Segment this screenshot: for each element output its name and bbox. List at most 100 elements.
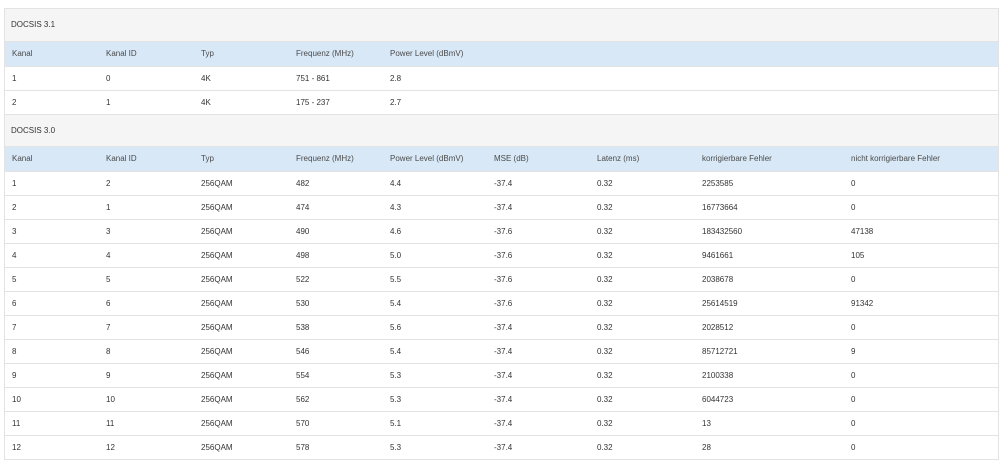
table-cell: 4K [201, 98, 211, 107]
table-cell: 5 [106, 275, 111, 284]
table-cell: 91342 [851, 299, 874, 308]
column-header-typ: Typ [201, 154, 214, 163]
docsis30-table-body: 1 2 256QAM 482 4.4 -37.4 0.32 2253585 0 2 1 256QAM 4… [5, 172, 998, 460]
table-cell: 11 [12, 419, 21, 428]
table-cell: 16773664 [702, 203, 738, 212]
table-cell: 2.7 [390, 98, 402, 107]
table-cell: 9 [851, 347, 856, 356]
column-header-power-level: Power Level (dBmV) [390, 154, 464, 163]
table-cell: 0 [851, 371, 856, 380]
table-cell: 256QAM [201, 203, 233, 212]
table-cell: 2100338 [702, 371, 734, 380]
table-cell: 538 [296, 323, 310, 332]
table-cell: 0.32 [597, 371, 613, 380]
table-cell: 6 [106, 299, 111, 308]
table-cell: 256QAM [201, 347, 233, 356]
table-row: 1 2 256QAM 482 4.4 -37.4 0.32 2253585 0 [5, 172, 998, 196]
table-cell: 0 [851, 275, 856, 284]
table-row: 9 9 256QAM 554 5.3 -37.4 0.32 2100338 0 [5, 364, 998, 388]
table-row: 10 10 256QAM 562 5.3 -37.4 0.32 6044723 0 [5, 388, 998, 412]
table-cell: 5.1 [390, 419, 402, 428]
column-header-power-level: Power Level (dBmV) [390, 49, 464, 58]
table-cell: 1 [106, 203, 111, 212]
table-cell: 751 - 861 [296, 74, 330, 83]
table-cell: 1 [106, 98, 111, 107]
table-cell: 256QAM [201, 323, 233, 332]
docsis30-section-title: DOCSIS 3.0 [5, 115, 998, 147]
table-cell: 4.4 [390, 179, 402, 188]
column-header-kanal-id: Kanal ID [106, 49, 137, 58]
table-cell: 1 [12, 179, 17, 188]
table-cell: 175 - 237 [296, 98, 330, 107]
table-cell: -37.6 [494, 227, 513, 236]
table-cell: 256QAM [201, 251, 233, 260]
table-cell: -37.4 [494, 203, 513, 212]
table-cell: -37.4 [494, 419, 513, 428]
table-cell: 522 [296, 275, 310, 284]
table-cell: 5.6 [390, 323, 402, 332]
table-cell: 13 [702, 419, 711, 428]
table-cell: 7 [12, 323, 17, 332]
table-cell: 2253585 [702, 179, 734, 188]
table-cell: 47138 [851, 227, 874, 236]
table-cell: 4 [106, 251, 111, 260]
table-cell: 546 [296, 347, 310, 356]
table-cell: 3 [106, 227, 111, 236]
table-cell: 9 [12, 371, 17, 380]
table-cell: 256QAM [201, 275, 233, 284]
table-cell: 0.32 [597, 203, 613, 212]
table-cell: 482 [296, 179, 310, 188]
column-header-nicht-korrigierbare-fehler: nicht korrigierbare Fehler [851, 154, 940, 163]
table-cell: 0 [851, 395, 856, 404]
column-header-mse: MSE (dB) [494, 154, 529, 163]
column-header-korrigierbare-fehler: korrigierbare Fehler [702, 154, 772, 163]
table-cell: 0.32 [597, 419, 613, 428]
table-cell: -37.4 [494, 179, 513, 188]
table-cell: 5.0 [390, 251, 402, 260]
table-cell: 474 [296, 203, 310, 212]
table-cell: 1 [12, 74, 17, 83]
docsis-status-panel: DOCSIS 3.1 Kanal Kanal ID Typ Frequenz (… [4, 8, 999, 460]
table-cell: 5.4 [390, 347, 402, 356]
table-cell: 498 [296, 251, 310, 260]
table-cell: 0.32 [597, 179, 613, 188]
table-cell: 6 [12, 299, 17, 308]
table-cell: 4 [12, 251, 17, 260]
table-cell: 2.8 [390, 74, 402, 83]
table-cell: 0.32 [597, 275, 613, 284]
docsis31-header-row: Kanal Kanal ID Typ Frequenz (MHz) Power … [5, 42, 998, 67]
table-cell: 0 [106, 74, 111, 83]
table-cell: 9461661 [702, 251, 734, 260]
table-cell: -37.4 [494, 323, 513, 332]
table-row: 8 8 256QAM 546 5.4 -37.4 0.32 85712721 9 [5, 340, 998, 364]
table-cell: 5.3 [390, 371, 402, 380]
table-cell: 5.4 [390, 299, 402, 308]
table-cell: 0.32 [597, 347, 613, 356]
table-cell: 2038678 [702, 275, 734, 284]
table-cell: 0.32 [597, 323, 613, 332]
table-cell: 2 [12, 203, 17, 212]
table-cell: 256QAM [201, 371, 233, 380]
column-header-kanal-id: Kanal ID [106, 154, 137, 163]
table-cell: 256QAM [201, 419, 233, 428]
table-cell: 0.32 [597, 395, 613, 404]
docsis31-table: Kanal Kanal ID Typ Frequenz (MHz) Power … [5, 42, 998, 115]
column-header-kanal: Kanal [12, 49, 33, 58]
table-row: 6 6 256QAM 530 5.4 -37.6 0.32 25614519 91342 [5, 292, 998, 316]
table-cell: 85712721 [702, 347, 738, 356]
table-cell: 8 [106, 347, 111, 356]
table-cell: 183432560 [702, 227, 743, 236]
table-cell: 4.3 [390, 203, 402, 212]
table-cell: 5.5 [390, 275, 402, 284]
table-cell: 2 [12, 98, 17, 107]
table-cell: 6044723 [702, 395, 734, 404]
table-cell: -37.4 [494, 371, 513, 380]
table-cell: -37.6 [494, 251, 513, 260]
column-header-frequenz: Frequenz (MHz) [296, 154, 354, 163]
table-cell: -37.6 [494, 275, 513, 284]
table-cell: 554 [296, 371, 310, 380]
table-cell: 10 [12, 395, 21, 404]
table-row: 11 11 256QAM 570 5.1 -37.4 0.32 13 0 [5, 412, 998, 436]
docsis30-table: Kanal Kanal ID Typ Frequenz (MHz) Power … [5, 147, 998, 460]
table-cell: 0.32 [597, 299, 613, 308]
